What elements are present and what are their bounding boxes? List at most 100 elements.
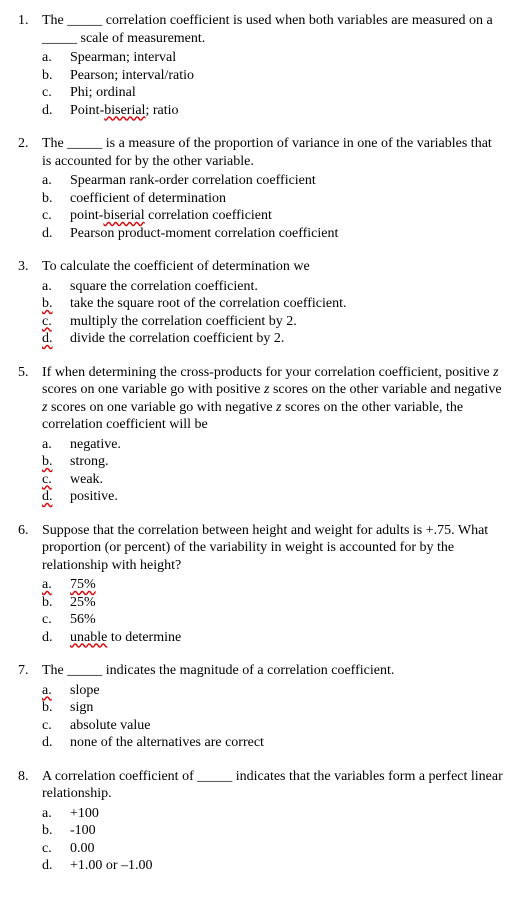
- option-label: c.: [42, 313, 70, 331]
- option-text: 0.00: [70, 840, 503, 858]
- option: b.Pearson; interval/ratio: [42, 67, 503, 85]
- option-label: c.: [42, 717, 70, 735]
- question-number: 6.: [18, 522, 42, 647]
- option-label: a.: [42, 278, 70, 296]
- option: a.+100: [42, 805, 503, 823]
- option-text: 56%: [70, 611, 503, 629]
- option-label: c.: [42, 471, 70, 489]
- option: c.multiply the correlation coefficient b…: [42, 313, 503, 331]
- question-number: 8.: [18, 768, 42, 875]
- option: d.positive.: [42, 488, 503, 506]
- question-body: If when determining the cross-products f…: [42, 364, 503, 506]
- option-label: d.: [42, 488, 70, 506]
- option-label: b.: [42, 453, 70, 471]
- option: d.none of the alternatives are correct: [42, 734, 503, 752]
- question-body: Suppose that the correlation between hei…: [42, 522, 503, 647]
- option: c.weak.: [42, 471, 503, 489]
- option-text: Point-biserial; ratio: [70, 102, 503, 120]
- option: b.25%: [42, 594, 503, 612]
- option-text: sign: [70, 699, 503, 717]
- option-label: d.: [42, 857, 70, 875]
- option: b.strong.: [42, 453, 503, 471]
- option-label: d.: [42, 734, 70, 752]
- option-label: a.: [42, 682, 70, 700]
- question-body: The _____ is a measure of the proportion…: [42, 135, 503, 242]
- question-stem: If when determining the cross-products f…: [42, 364, 503, 434]
- question: 8.A correlation coefficient of _____ ind…: [18, 768, 503, 875]
- options-list: a.square the correlation coefficient.b.t…: [42, 278, 503, 348]
- option-text: -100: [70, 822, 503, 840]
- option: c.absolute value: [42, 717, 503, 735]
- question: 2.The _____ is a measure of the proporti…: [18, 135, 503, 242]
- option-text: Pearson; interval/ratio: [70, 67, 503, 85]
- option: c.Phi; ordinal: [42, 84, 503, 102]
- option: a.75%: [42, 576, 503, 594]
- option-text: positive.: [70, 488, 503, 506]
- question: 3.To calculate the coefficient of determ…: [18, 258, 503, 348]
- options-list: a.+100b.-100c.0.00d.+1.00 or –1.00: [42, 805, 503, 875]
- option-label: d.: [42, 629, 70, 647]
- options-list: a.Spearman rank-order correlation coeffi…: [42, 172, 503, 242]
- option-text: slope: [70, 682, 503, 700]
- option-label: d.: [42, 225, 70, 243]
- option-label: c.: [42, 84, 70, 102]
- option-text: negative.: [70, 436, 503, 454]
- option: c.56%: [42, 611, 503, 629]
- option: d.Pearson product-moment correlation coe…: [42, 225, 503, 243]
- question-stem: Suppose that the correlation between hei…: [42, 522, 503, 575]
- option-label: c.: [42, 207, 70, 225]
- question-number: 1.: [18, 12, 42, 119]
- option: d.Point-biserial; ratio: [42, 102, 503, 120]
- option: c.point-biserial correlation coefficient: [42, 207, 503, 225]
- question-stem: The _____ correlation coefficient is use…: [42, 12, 503, 47]
- option-label: a.: [42, 436, 70, 454]
- option-text: unable to determine: [70, 629, 503, 647]
- question-number: 2.: [18, 135, 42, 242]
- option-text: Phi; ordinal: [70, 84, 503, 102]
- option-label: c.: [42, 611, 70, 629]
- option-label: b.: [42, 190, 70, 208]
- option-text: Pearson product-moment correlation coeff…: [70, 225, 503, 243]
- question-stem: The _____ is a measure of the proportion…: [42, 135, 503, 170]
- question: 6.Suppose that the correlation between h…: [18, 522, 503, 647]
- option: a.Spearman; interval: [42, 49, 503, 67]
- option-text: take the square root of the correlation …: [70, 295, 503, 313]
- option: b.sign: [42, 699, 503, 717]
- option-label: b.: [42, 67, 70, 85]
- option-label: b.: [42, 594, 70, 612]
- option-label: d.: [42, 102, 70, 120]
- option: a.slope: [42, 682, 503, 700]
- option-text: none of the alternatives are correct: [70, 734, 503, 752]
- option-text: absolute value: [70, 717, 503, 735]
- option-label: a.: [42, 576, 70, 594]
- option-text: Spearman; interval: [70, 49, 503, 67]
- option-label: d.: [42, 330, 70, 348]
- option-text: Spearman rank-order correlation coeffici…: [70, 172, 503, 190]
- option-text: +1.00 or –1.00: [70, 857, 503, 875]
- option-label: a.: [42, 172, 70, 190]
- option-text: coefficient of determination: [70, 190, 503, 208]
- question-body: A correlation coefficient of _____ indic…: [42, 768, 503, 875]
- question: 1.The _____ correlation coefficient is u…: [18, 12, 503, 119]
- option-text: divide the correlation coefficient by 2.: [70, 330, 503, 348]
- question: 5.If when determining the cross-products…: [18, 364, 503, 506]
- option-label: c.: [42, 840, 70, 858]
- option-text: weak.: [70, 471, 503, 489]
- question-number: 5.: [18, 364, 42, 506]
- option: c.0.00: [42, 840, 503, 858]
- option: a.negative.: [42, 436, 503, 454]
- question-body: The _____ correlation coefficient is use…: [42, 12, 503, 119]
- option-label: b.: [42, 699, 70, 717]
- option: d.divide the correlation coefficient by …: [42, 330, 503, 348]
- option: b.-100: [42, 822, 503, 840]
- option-text: 25%: [70, 594, 503, 612]
- option-label: b.: [42, 822, 70, 840]
- option: d.unable to determine: [42, 629, 503, 647]
- question-number: 3.: [18, 258, 42, 348]
- option-label: a.: [42, 49, 70, 67]
- options-list: a.negative.b.strong.c.weak.d.positive.: [42, 436, 503, 506]
- option-text: multiply the correlation coefficient by …: [70, 313, 503, 331]
- options-list: a.Spearman; intervalb.Pearson; interval/…: [42, 49, 503, 119]
- question-body: The _____ indicates the magnitude of a c…: [42, 662, 503, 752]
- option: a.square the correlation coefficient.: [42, 278, 503, 296]
